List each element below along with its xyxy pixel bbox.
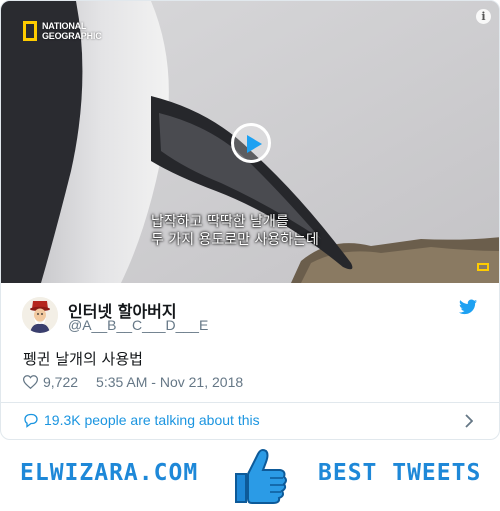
video-player[interactable]: NATIONAL GEOGRAPHIC i 납작하고 딱딱한 날개를 두 가지 … (1, 1, 499, 283)
play-icon (247, 135, 262, 153)
thumbs-up-icon (235, 449, 287, 504)
grandpa-avatar-icon (22, 297, 58, 333)
subtitle-line-1: 납작하고 딱딱한 날개를 (151, 214, 289, 230)
banner-tagline: BEST TWEETS (318, 460, 482, 486)
banner-site-name: ELWIZARA.COM (20, 460, 199, 486)
brand-line-1: NATIONAL (42, 21, 87, 31)
avatar[interactable] (22, 297, 58, 333)
tweet-card: NATIONAL GEOGRAPHIC i 납작하고 딱딱한 날개를 두 가지 … (0, 0, 500, 440)
ng-watermark-icon (477, 263, 489, 271)
like-count[interactable]: 9,722 (43, 374, 78, 390)
subtitle-line-2: 두 가지 용도로만 사용하는데 (151, 232, 319, 248)
ng-frame-icon (23, 21, 37, 41)
brand-line-2: GEOGRAPHIC (42, 31, 102, 41)
info-icon[interactable]: i (476, 9, 491, 24)
video-subtitle: 납작하고 딱딱한 날개를 두 가지 용도로만 사용하는데 (151, 213, 361, 249)
tweet-timestamp[interactable]: 5:35 AM - Nov 21, 2018 (96, 374, 243, 390)
national-geographic-logo: NATIONAL GEOGRAPHIC (23, 21, 102, 41)
user-handle[interactable]: @A__B__C___D___E (68, 317, 208, 333)
twitter-bird-icon[interactable] (459, 299, 477, 315)
reply-bubble-icon (24, 413, 38, 428)
play-button[interactable] (231, 123, 271, 163)
conversation-text[interactable]: 19.3K people are talking about this (44, 412, 260, 428)
tweet-meta: 9,722 5:35 AM - Nov 21, 2018 (23, 374, 243, 390)
tweet-text: 펭귄 날개의 사용법 (23, 350, 143, 368)
heart-icon[interactable] (23, 375, 38, 389)
divider (1, 402, 499, 403)
chevron-right-icon[interactable] (465, 414, 473, 428)
conversation-link[interactable]: 19.3K people are talking about this (23, 412, 260, 428)
